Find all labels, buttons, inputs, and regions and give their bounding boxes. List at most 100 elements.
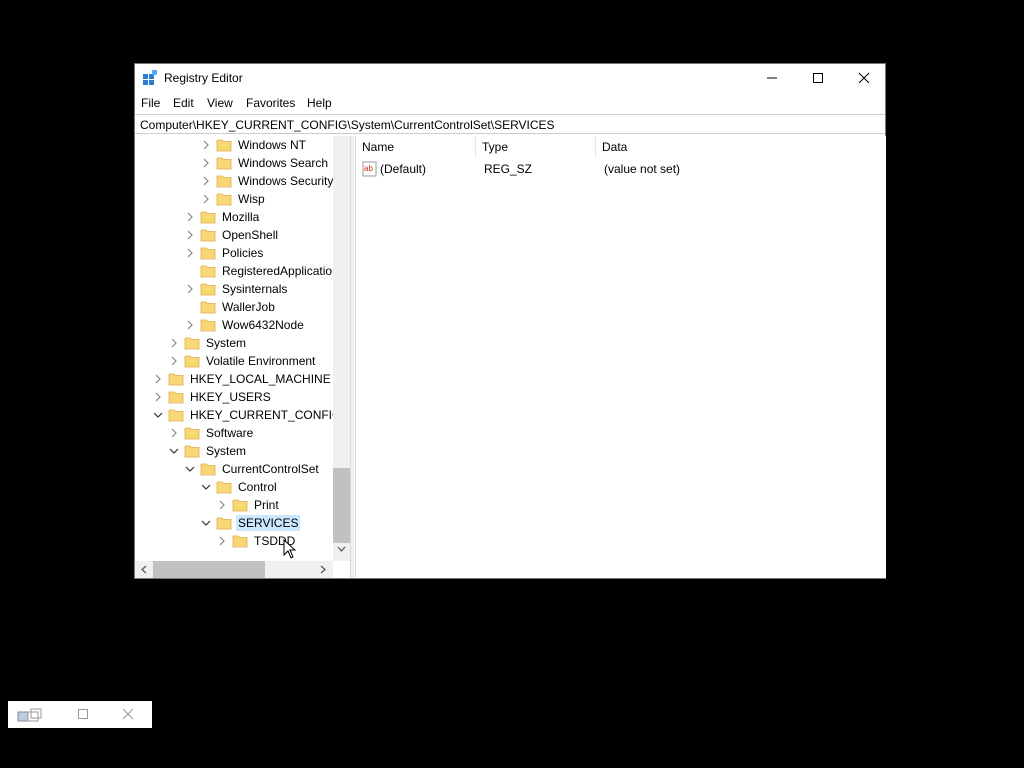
chevron-right-icon[interactable] — [168, 427, 180, 439]
tree-item-label: SERVICES — [236, 515, 301, 531]
minimize-button[interactable] — [749, 64, 795, 92]
tree-item-label: OpenShell — [222, 228, 279, 242]
chevron-right-icon[interactable] — [184, 283, 196, 295]
tree-item-policies[interactable]: Policies — [184, 244, 265, 262]
tree-item-wallerjob[interactable]: WallerJob — [184, 298, 277, 316]
tree-item-wisp[interactable]: Wisp — [200, 190, 267, 208]
folder-icon — [232, 499, 248, 512]
chevron-down-icon[interactable] — [168, 445, 180, 457]
column-header-data[interactable]: Data — [596, 136, 886, 158]
title-bar[interactable]: Registry Editor — [135, 64, 885, 92]
chevron-right-icon[interactable] — [200, 193, 212, 205]
folder-icon — [216, 517, 232, 530]
chevron-right-icon[interactable] — [200, 139, 212, 151]
tree-item-label: CurrentControlSet — [222, 462, 319, 476]
mouse-pointer-icon — [283, 539, 297, 559]
tree-item-control[interactable]: Control — [200, 478, 279, 496]
chevron-right-icon[interactable] — [184, 319, 196, 331]
scroll-down-arrow-icon[interactable] — [336, 544, 347, 555]
folder-icon — [168, 391, 184, 404]
tree-item-sysinternals[interactable]: Sysinternals — [184, 280, 289, 298]
value-type: REG_SZ — [484, 162, 533, 176]
tree-item-windows-search[interactable]: Windows Search — [200, 154, 330, 172]
menu-favorites[interactable]: Favorites — [246, 96, 295, 110]
tree-item-label: Windows Security — [238, 174, 334, 188]
tree-item-software[interactable]: Software — [168, 424, 255, 442]
tree-horizontal-scroll-thumb[interactable] — [153, 561, 265, 578]
chevron-right-icon[interactable] — [152, 373, 164, 385]
folder-icon — [184, 355, 200, 368]
menu-edit[interactable]: Edit — [173, 96, 194, 110]
chevron-right-icon[interactable] — [200, 175, 212, 187]
menu-file[interactable]: File — [141, 96, 160, 110]
folder-icon — [200, 229, 216, 242]
maximize-icon — [813, 73, 823, 83]
folder-icon — [200, 283, 216, 296]
registry-editor-app-icon — [143, 70, 157, 85]
tree-item-wow6432node[interactable]: Wow6432Node — [184, 316, 306, 334]
chevron-right-icon[interactable] — [184, 247, 196, 259]
chevron-right-icon[interactable] — [200, 157, 212, 169]
tree-connector — [184, 301, 196, 313]
pane-splitter[interactable] — [350, 136, 354, 578]
chevron-down-icon[interactable] — [184, 463, 196, 475]
tree-item-system[interactable]: System — [168, 442, 248, 460]
tree-item-label: RegisteredApplications — [222, 264, 345, 278]
menu-help[interactable]: Help — [307, 96, 332, 110]
chevron-down-icon[interactable] — [200, 481, 212, 493]
minimized-window-bar[interactable] — [8, 701, 152, 728]
folder-icon — [184, 445, 200, 458]
chevron-right-icon[interactable] — [184, 211, 196, 223]
address-bar[interactable]: Computer\HKEY_CURRENT_CONFIG\System\Curr… — [135, 114, 885, 134]
tree-item-label: Wow6432Node — [222, 318, 304, 332]
scroll-left-arrow-icon[interactable] — [139, 564, 150, 575]
close-icon — [858, 72, 870, 84]
tree-item-openshell[interactable]: OpenShell — [184, 226, 280, 244]
value-row[interactable]: ab (Default) REG_SZ (value not set) — [356, 160, 886, 178]
maximize-button[interactable] — [795, 64, 841, 92]
tree-item-mozilla[interactable]: Mozilla — [184, 208, 261, 226]
chevron-right-icon[interactable] — [216, 499, 228, 511]
folder-icon — [200, 211, 216, 224]
tree-item-currentcontrolset[interactable]: CurrentControlSet — [184, 460, 321, 478]
tree-item-label: Software — [206, 426, 254, 440]
chevron-down-icon[interactable] — [200, 517, 212, 529]
close-button[interactable] — [841, 64, 887, 92]
folder-icon — [200, 265, 216, 278]
folder-icon — [200, 247, 216, 260]
chevron-down-icon[interactable] — [152, 409, 164, 421]
folder-icon — [216, 157, 232, 170]
tree-item-hkey-users[interactable]: HKEY_USERS — [152, 388, 273, 406]
tree-connector — [184, 265, 196, 277]
tree-item-label: Wisp — [238, 192, 265, 206]
tree-item-volatile-environment[interactable]: Volatile Environment — [168, 352, 317, 370]
chevron-right-icon[interactable] — [168, 355, 180, 367]
chevron-right-icon[interactable] — [152, 391, 164, 403]
scroll-right-arrow-icon[interactable] — [317, 564, 328, 575]
column-header-name[interactable]: Name — [356, 136, 476, 158]
restore-icon[interactable] — [17, 708, 43, 722]
tree-item-hkey-current-config[interactable]: HKEY_CURRENT_CONFIG — [152, 406, 343, 424]
menu-view[interactable]: View — [207, 96, 233, 110]
tree-item-windows-nt[interactable]: Windows NT — [200, 136, 308, 154]
tree-item-label: Mozilla — [222, 210, 260, 224]
tree-item-services[interactable]: SERVICES — [200, 514, 301, 532]
key-tree[interactable]: Windows NT Windows Search Windows Security… — [135, 136, 350, 578]
tree-item-label: Sysinternals — [222, 282, 288, 296]
close-icon[interactable] — [122, 708, 134, 720]
chevron-right-icon[interactable] — [216, 535, 228, 547]
tree-item-registeredapplications[interactable]: RegisteredApplications — [184, 262, 347, 280]
address-path[interactable]: Computer\HKEY_CURRENT_CONFIG\System\Curr… — [140, 118, 555, 132]
tree-vertical-scroll-thumb[interactable] — [333, 468, 350, 543]
chevron-right-icon[interactable] — [168, 337, 180, 349]
chevron-right-icon[interactable] — [184, 229, 196, 241]
tree-item-label: WallerJob — [222, 300, 275, 314]
tree-item-system[interactable]: System — [168, 334, 248, 352]
tree-item-windows-security[interactable]: Windows Security — [200, 172, 335, 190]
maximize-icon[interactable] — [77, 708, 89, 720]
tree-item-hkey-local-machine[interactable]: HKEY_LOCAL_MACHINE — [152, 370, 333, 388]
tree-item-print[interactable]: Print — [216, 496, 281, 514]
svg-text:ab: ab — [364, 164, 373, 173]
column-header-type[interactable]: Type — [476, 136, 596, 158]
tree-item-label: HKEY_CURRENT_CONFIG — [190, 408, 342, 422]
